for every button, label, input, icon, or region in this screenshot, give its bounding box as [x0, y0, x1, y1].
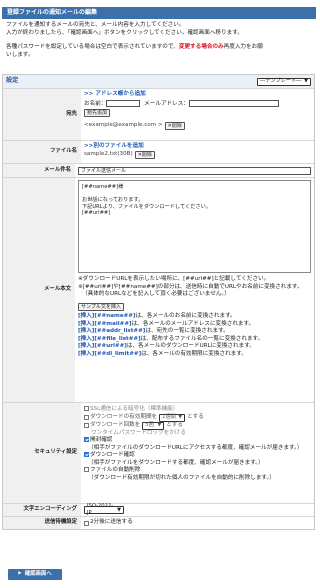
- delete-file-button[interactable]: ✕削除: [134, 150, 155, 159]
- chevron-down-icon: ▼: [117, 506, 121, 513]
- recipient-label: 宛先: [3, 89, 81, 140]
- ssl-option: SSL通信による暗号化（標準機能）: [84, 406, 311, 414]
- file-entry: sample2.txt(30B): [84, 150, 133, 157]
- send-delay-checkbox[interactable]: [84, 520, 89, 526]
- auto-delete-checkbox[interactable]: [84, 467, 89, 473]
- body-row: メール本文 [##name##]様 お世話になっております。 下記URLより、フ…: [3, 178, 314, 403]
- chevron-down-icon: ▼: [304, 78, 308, 85]
- name-input[interactable]: [106, 99, 141, 107]
- encoding-select[interactable]: ISO-2022-JP ▼: [84, 503, 124, 516]
- period-checkbox[interactable]: [84, 415, 89, 421]
- file-name-label: ファイル名: [3, 141, 81, 163]
- security-row: セキュリティ設定 SSL通信による暗号化（標準機能） ダウンロードの有効期間を 1…: [3, 403, 314, 504]
- delete-recipient-button[interactable]: ✕削除: [164, 121, 185, 130]
- body-note-3: （具体的なURLなどを記入して頂く必要はございません。）: [82, 291, 230, 298]
- insert-sample-button[interactable]: サンプル文を挿入: [78, 302, 124, 311]
- period-option: ダウンロードの有効期間を 1週間 ▼ とする: [84, 413, 311, 422]
- email-label: メールアドレス：: [144, 100, 189, 107]
- play-icon: ▶: [18, 571, 22, 577]
- recipient-entry: <example@example.com >: [84, 121, 163, 128]
- send-setting-label: 送信待機設定: [3, 517, 81, 529]
- add-other-file-link[interactable]: >>別のファイルを追加: [84, 143, 311, 151]
- confirm-button[interactable]: ▶ 確認画面へ: [8, 569, 62, 580]
- send-setting-row: 送信待機設定 2分後に送信する: [3, 517, 314, 529]
- recipient-row: 宛先 >> アドレス帳から追加 お名前： メールアドレス： 宛先追加 <exam…: [3, 89, 314, 141]
- insert-item[interactable]: [挿入][##dl_limit##]は、各メールの有効期限に変換されます。: [78, 351, 311, 359]
- send-delay-label: 2分後に送信する: [90, 519, 133, 526]
- add-recipient-button[interactable]: 宛先追加: [84, 109, 111, 118]
- open-confirm-checkbox[interactable]: [84, 437, 89, 443]
- dl-confirm-option: ダウンロード確認: [84, 452, 311, 460]
- auto-delete-option: ファイルの自動削除: [84, 467, 311, 475]
- subject-row: メール件名 ファイル送信メール: [3, 164, 314, 178]
- add-from-address-book-link[interactable]: >> アドレス帳から追加: [84, 91, 311, 99]
- count-select[interactable]: 5回 ▼: [142, 421, 165, 430]
- auto-delete-note: （ダウンロード有効期限が切れた個人のファイルを自動的に削除します。）: [88, 474, 275, 481]
- settings-table: 設定 ―テンプレート― ▼ 宛先 >> アドレス帳から追加 お名前： メールアドレ…: [2, 74, 315, 530]
- dl-confirm-checkbox[interactable]: [84, 452, 89, 458]
- subject-input[interactable]: ファイル送信メール: [78, 166, 311, 175]
- chevron-down-icon: ▼: [157, 422, 162, 429]
- encoding-row: 文字エンコーディング ISO-2022-JP ▼: [3, 503, 314, 517]
- body-textarea[interactable]: [##name##]様 お世話になっております。 下記URLより、ファイルをダウ…: [78, 180, 311, 273]
- intro-line-2: 入力が終わりましたら、「確認画面へ」ボタンをクリックしてください。確認画面へ移り…: [6, 29, 243, 36]
- security-label: セキュリティ設定: [3, 403, 81, 503]
- page-title: 登録ファイルの通知メールの編集: [2, 7, 316, 19]
- template-select[interactable]: ―テンプレート― ▼: [257, 77, 311, 86]
- settings-title: 設定: [6, 77, 19, 85]
- intro-line-1: ファイルを通知するメールの宛先と、メール内容を入力してください。: [6, 22, 185, 28]
- intro-line-3: 各種パスワードを設定している場合は空白で表示されていますので、変更する場合のみ再…: [6, 44, 263, 51]
- body-note-2: ※[##url##]や[##name##]の部分は、送信時に自動でURLやお名前…: [78, 283, 303, 290]
- intro-line-4: いします。: [6, 51, 34, 58]
- chevron-down-icon: ▼: [178, 414, 183, 421]
- onetime-option: ワンタイムパスワードロックをかける: [91, 429, 186, 436]
- body-label: メール本文: [3, 178, 75, 402]
- email-input[interactable]: [188, 99, 279, 107]
- count-option: ダウンロード回数を 5回 ▼ とする: [84, 421, 311, 430]
- ssl-checkbox: [84, 406, 89, 411]
- settings-header: 設定 ―テンプレート― ▼: [3, 75, 314, 89]
- subject-label: メール件名: [3, 164, 75, 177]
- encoding-label: 文字エンコーディング: [3, 504, 81, 516]
- period-select[interactable]: 1週間 ▼: [159, 413, 186, 422]
- intro-text: ファイルを通知するメールの宛先と、メール内容を入力してください。 入力が終わりま…: [6, 22, 312, 59]
- body-note-1: ※ダウンロードURLを表示したい場所に、[##url##]と記載してください。: [78, 276, 270, 282]
- insert-item[interactable]: [挿入][##url##]は、各メールのダウンロードURLに変換されます。: [78, 343, 311, 351]
- insert-item[interactable]: [挿入][##addr_list##]は、宛先の一覧に変換されます。: [78, 328, 311, 336]
- count-checkbox[interactable]: [84, 423, 89, 429]
- open-confirm-option: 開封確認: [84, 437, 311, 445]
- file-name-row: ファイル名 >>別のファイルを追加 sample2.txt(30B) ✕削除: [3, 141, 314, 164]
- insert-item[interactable]: [挿入][##name##]は、各メールのお名前に変換されます。: [78, 313, 311, 321]
- name-label: お名前：: [84, 100, 107, 107]
